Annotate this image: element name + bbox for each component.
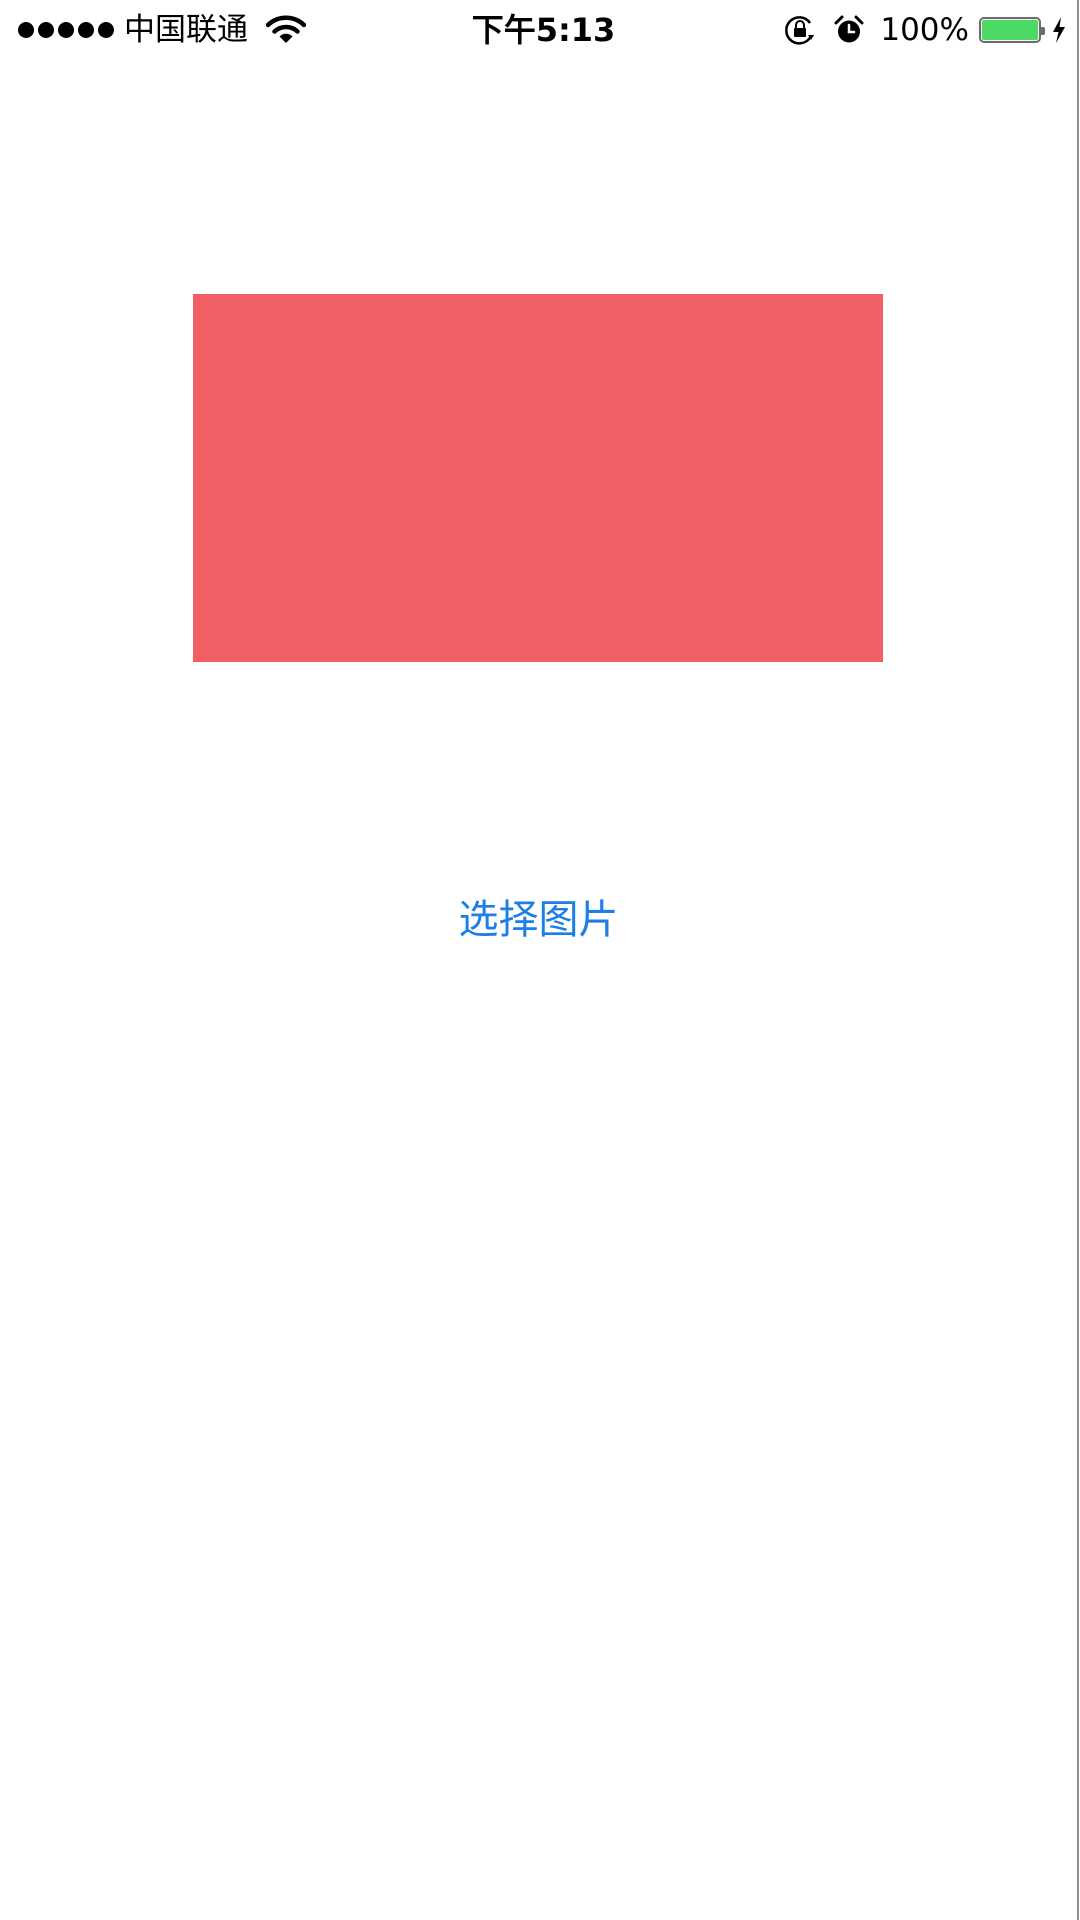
battery-level-fill [982, 20, 1038, 40]
image-preview [193, 294, 883, 662]
select-image-button[interactable]: 选择图片 [0, 885, 1077, 955]
status-bar: 中国联通 下午5:13 100% [0, 0, 1077, 60]
rotation-lock-icon [785, 16, 815, 45]
battery-icon [979, 17, 1045, 43]
battery-percent: 100% [880, 12, 969, 48]
screen-edge-divider [1077, 0, 1079, 1920]
alarm-icon [834, 15, 864, 43]
battery-cap [1041, 27, 1045, 35]
charging-bolt-icon [1053, 17, 1065, 43]
screen: 中国联通 下午5:13 100% 选择图片 [0, 0, 1080, 1920]
status-bar-right: 100% [784, 0, 1067, 60]
